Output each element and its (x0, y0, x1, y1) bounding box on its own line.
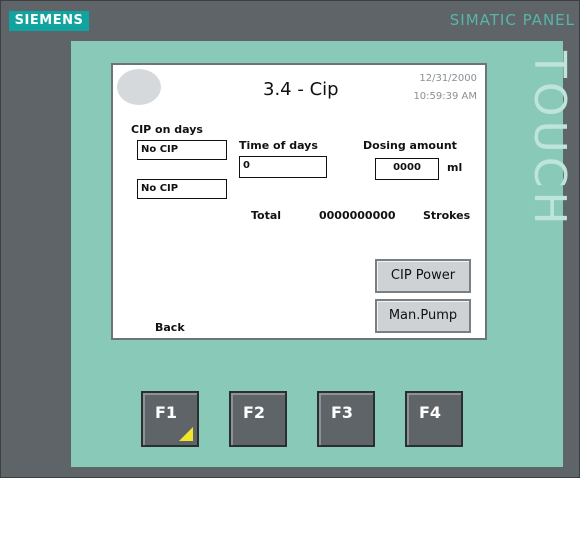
cip-day-field-1[interactable]: No CIP (137, 140, 227, 160)
f2-key-label: F2 (243, 403, 266, 422)
time-of-days-label: Time of days (239, 139, 318, 152)
screen-time: 10:59:39 AM (413, 91, 477, 102)
total-label: Total (251, 209, 282, 222)
f1-key-label: F1 (155, 403, 178, 422)
total-value: 0000000000 (319, 209, 396, 222)
f1-key[interactable]: F1 (141, 391, 199, 447)
screen-watermark-logo (117, 69, 161, 105)
dosing-amount-label: Dosing amount (363, 139, 457, 152)
simatic-panel-label: SIMATIC PANEL (449, 11, 575, 29)
dosing-unit-label: ml (447, 161, 463, 174)
dosing-amount-field[interactable]: 0000 (375, 158, 439, 180)
strokes-label: Strokes (423, 209, 471, 222)
f2-key[interactable]: F2 (229, 391, 287, 447)
touch-label: TOUCH (524, 51, 575, 229)
f4-key[interactable]: F4 (405, 391, 463, 447)
siemens-logo: SIEMENS (9, 11, 89, 31)
screen-date: 12/31/2000 (419, 73, 477, 84)
cip-on-days-label: CIP on days (131, 123, 203, 136)
time-of-days-field[interactable]: 0 (239, 156, 327, 178)
cip-power-button[interactable]: CIP Power (375, 259, 471, 293)
hmi-panel-frame: SIEMENS SIMATIC PANEL TOUCH 3.4 - Cip 12… (0, 0, 580, 478)
back-button[interactable]: Back (155, 321, 185, 334)
f1-indicator-icon (179, 427, 193, 441)
man-pump-button[interactable]: Man.Pump (375, 299, 471, 333)
hmi-screen: 3.4 - Cip 12/31/2000 10:59:39 AM CIP on … (111, 63, 487, 340)
f3-key-label: F3 (331, 403, 354, 422)
screen-title: 3.4 - Cip (263, 79, 339, 100)
cip-day-field-2[interactable]: No CIP (137, 179, 227, 199)
f3-key[interactable]: F3 (317, 391, 375, 447)
f4-key-label: F4 (419, 403, 442, 422)
